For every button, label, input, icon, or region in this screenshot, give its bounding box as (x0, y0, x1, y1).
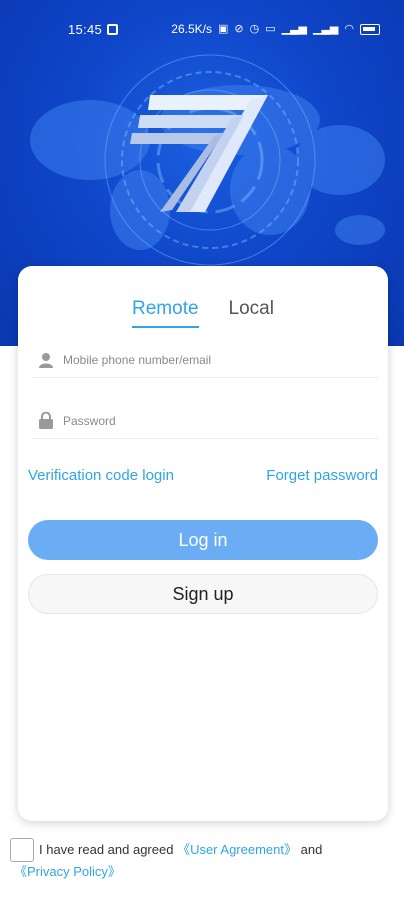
agreement-line-1: I have read and agreed 《User Agreement》 … (39, 839, 322, 861)
network-speed: 26.5K/s (171, 22, 212, 36)
user-agreement-link[interactable]: 《User Agreement》 (177, 842, 297, 857)
password-field (33, 403, 378, 439)
agreement-and: and (300, 842, 323, 857)
password-input[interactable] (63, 413, 343, 428)
login-button[interactable]: Log in (28, 520, 378, 560)
alarm-icon: ◷ (249, 22, 260, 35)
status-icons: 26.5K/s ▣ ⊘ ◷ ▭ ▁▃▅ ▁▃▅ ◠ (171, 0, 380, 58)
agreement-checkbox[interactable] (10, 838, 34, 862)
signup-button[interactable]: Sign up (28, 574, 378, 614)
user-icon (37, 351, 55, 369)
login-mode-tabs: Remote Local (18, 298, 388, 328)
login-card: Remote Local Verification code login For… (18, 266, 388, 821)
privacy-policy-link[interactable]: 《Privacy Policy》 (14, 864, 121, 879)
agreement-line-2: 《Privacy Policy》 (14, 861, 121, 883)
notification-icon (107, 23, 119, 35)
username-field (33, 342, 378, 378)
signal-2-icon: ▁▃▅ (313, 22, 339, 35)
status-time: 15:45 (68, 21, 103, 37)
lock-icon (37, 412, 55, 430)
forget-password-link[interactable]: Forget password (266, 467, 378, 484)
wifi-icon: ◠ (344, 22, 354, 35)
verification-code-login-link[interactable]: Verification code login (28, 467, 174, 484)
mute-icon: ⊘ (234, 22, 244, 35)
battery-icon (360, 23, 380, 35)
signal-1-icon: ▁▃▅ (281, 22, 307, 35)
hd-icon: ▭ (265, 22, 276, 35)
status-bar: 15:45 26.5K/s ▣ ⊘ ◷ ▭ ▁▃▅ ▁▃▅ ◠ (0, 0, 404, 58)
tab-local[interactable]: Local (229, 298, 274, 328)
tab-remote[interactable]: Remote (132, 298, 199, 328)
nfc-icon: ▣ (217, 22, 229, 35)
username-input[interactable] (63, 352, 343, 367)
agreement-prefix: I have read and agreed (39, 842, 174, 857)
